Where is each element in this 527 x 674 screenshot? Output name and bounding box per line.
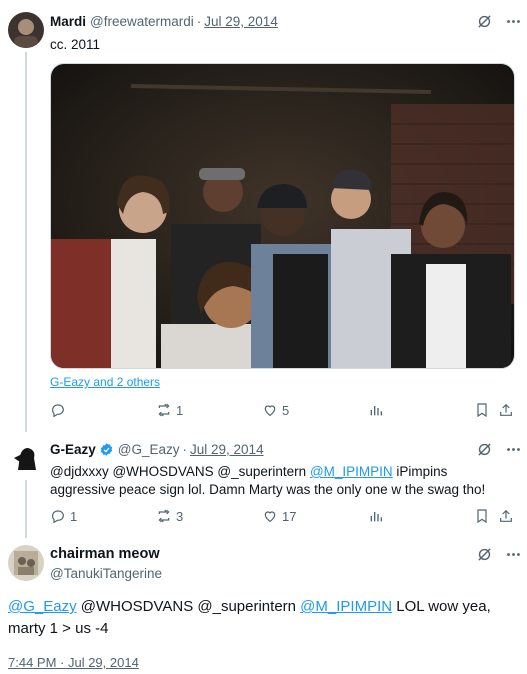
author-name[interactable]: chairman meow [50,546,160,562]
tweet-top-icons [476,546,522,563]
avatar-chairman-meow[interactable] [8,545,44,581]
author-handle[interactable]: @TanukiTangerine [50,566,162,581]
tweet-header: Mardi @freewatermardi · Jul 29, 2014 [50,14,278,29]
tweet-text: cc. 2011 [50,37,101,52]
thread-line [25,52,27,432]
like-count: 5 [282,402,290,418]
retweet-button[interactable]: 1 [156,402,262,418]
tweet-date[interactable]: Jul 29, 2014 [204,14,278,29]
reply-button[interactable]: 1 [50,508,156,524]
like-button[interactable]: 17 [262,508,368,524]
author-name[interactable]: G-Eazy [50,442,96,457]
grok-icon[interactable] [476,441,493,458]
retweet-button[interactable]: 3 [156,508,262,524]
views-icon [370,406,382,416]
views-button[interactable] [368,508,474,524]
share-button[interactable] [498,402,518,418]
reply-button[interactable] [50,402,156,418]
views-icon [370,512,382,522]
more-icon[interactable] [505,546,522,563]
like-button[interactable]: 5 [262,402,368,418]
mention-link[interactable]: @M_IPIMPIN [310,464,393,479]
main-tweet-text: @G_Eazy @WHOSDVANS @_superintern @M_IPIM… [8,596,518,640]
tweet-actions: 1 5 [50,400,518,420]
mention-link[interactable]: @M_IPIMPIN [300,598,392,615]
share-icon [500,403,512,416]
like-count: 17 [282,508,297,524]
author-handle[interactable]: @freewatermardi [90,14,194,29]
share-icon [500,509,512,522]
tweet-timestamp[interactable]: 7:44 PM · Jul 29, 2014 [8,655,139,670]
separator: · [182,442,188,457]
tweet-actions: 1 3 17 [50,506,518,526]
bookmark-button[interactable] [474,402,498,418]
tweet-date[interactable]: Jul 29, 2014 [190,442,264,457]
bookmark-icon [477,509,487,524]
tweet-text: @djdxxxy @WHOSDVANS @_superintern @M_IPI… [50,463,510,499]
reply-icon [52,510,64,524]
reply-icon [52,404,64,418]
author-handle[interactable]: @G_Eazy [118,442,180,457]
tagged-users-link[interactable]: G-Eazy and 2 others [50,375,160,389]
like-icon [264,405,276,417]
tweet-top-icons [476,441,522,458]
verified-badge-icon [100,443,112,456]
tweet-top-icons [476,13,522,30]
avatar-mardi[interactable] [8,12,44,48]
reply-count: 1 [70,508,78,524]
retweet-count: 3 [176,508,184,524]
like-icon [264,511,276,523]
bookmark-button[interactable] [474,508,498,524]
retweet-icon [158,509,170,523]
author-name[interactable]: Mardi [50,14,86,29]
thread-line [25,480,27,538]
tweet-header: G-Eazy @G_Eazy · Jul 29, 2014 [50,442,264,457]
grok-icon[interactable] [476,546,493,563]
avatar-g-eazy[interactable] [8,440,44,476]
tweet-photo[interactable] [50,63,515,369]
mention-link[interactable]: @G_Eazy [8,598,77,615]
separator: · [196,14,202,29]
retweet-icon [158,403,170,417]
grok-icon[interactable] [476,13,493,30]
share-button[interactable] [498,508,518,524]
bookmark-icon [477,403,487,418]
more-icon[interactable] [505,13,522,30]
views-button[interactable] [368,402,474,418]
text-segment: @djdxxxy @WHOSDVANS @_superintern [50,464,310,479]
text-segment: @WHOSDVANS @_superintern [76,598,301,615]
retweet-count: 1 [176,402,184,418]
more-icon[interactable] [505,441,522,458]
